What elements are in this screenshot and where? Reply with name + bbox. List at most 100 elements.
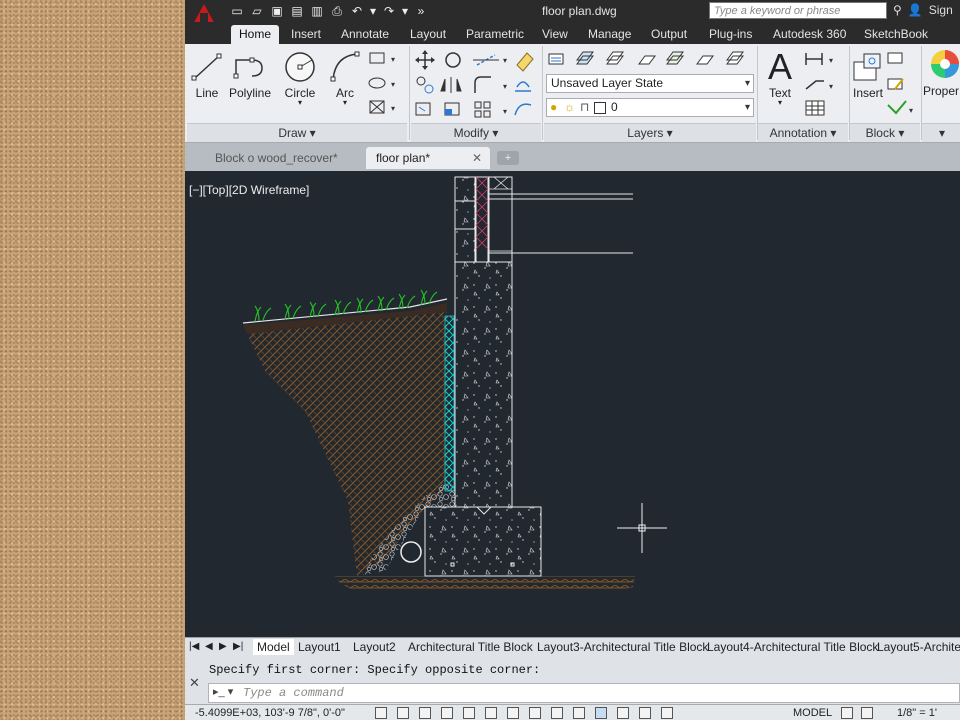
- tab-annotate[interactable]: Annotate: [341, 25, 389, 44]
- undo-dropdown-icon[interactable]: ▾: [369, 3, 377, 19]
- first-layout-icon[interactable]: |◀: [189, 639, 199, 655]
- tab-layout5[interactable]: Layout5-Architec: [877, 639, 960, 655]
- save-as-icon[interactable]: ▣: [269, 3, 285, 19]
- file-tab-block-o-wood[interactable]: Block o wood_recover*: [205, 147, 348, 169]
- layer-state-dropdown[interactable]: Unsaved Layer State: [546, 74, 754, 93]
- tab-layout1[interactable]: Layout1: [298, 639, 341, 655]
- otrack-icon[interactable]: [507, 707, 519, 719]
- prev-layout-icon[interactable]: ◀: [205, 639, 213, 655]
- rectangle-icon[interactable]: [369, 52, 385, 64]
- annotation-scale[interactable]: 1/8" = 1': [897, 707, 937, 719]
- tab-parametric[interactable]: Parametric: [466, 25, 524, 44]
- workspace-icon[interactable]: [661, 707, 673, 719]
- model-space-icon[interactable]: [375, 707, 387, 719]
- redo-dropdown-icon[interactable]: ▾: [401, 3, 409, 19]
- fillet-icon[interactable]: [474, 76, 491, 93]
- layer-walk-icon[interactable]: [726, 51, 744, 65]
- tab-architectural-title-block[interactable]: Architectural Title Block: [408, 639, 533, 655]
- tab-autodesk-360[interactable]: Autodesk 360: [773, 25, 846, 44]
- erase-icon[interactable]: [516, 52, 534, 72]
- quick-view-icon[interactable]: [841, 707, 853, 719]
- polyline-tool[interactable]: Polyline: [227, 50, 273, 100]
- annotation-panel-title[interactable]: Annotation ▾: [758, 123, 848, 142]
- tab-layout3[interactable]: Layout3-Architectural Title Block: [537, 639, 708, 655]
- tab-plugins[interactable]: Plug-ins: [709, 25, 752, 44]
- circle-dropdown-icon[interactable]: ▾: [281, 99, 319, 107]
- grid-icon[interactable]: [397, 707, 409, 719]
- leader-icon[interactable]: [805, 80, 824, 90]
- text-dropdown-icon[interactable]: ▾: [761, 99, 799, 107]
- save-icon[interactable]: ▤: [289, 3, 305, 19]
- current-layer-dropdown[interactable]: ● ☼ ⊓ 0: [546, 98, 754, 117]
- qat-expand-icon[interactable]: »: [413, 3, 429, 19]
- modify-panel-title[interactable]: Modify ▾: [411, 123, 541, 142]
- tab-output[interactable]: Output: [651, 25, 687, 44]
- tab-sketchbook[interactable]: SketchBook Design: [864, 25, 960, 60]
- annotation-monitor-icon[interactable]: [639, 707, 651, 719]
- create-block-icon[interactable]: [887, 52, 903, 64]
- close-tab-icon[interactable]: ✕: [472, 147, 482, 169]
- properties-tool[interactable]: Proper: [923, 48, 960, 98]
- layer-freeze-icon[interactable]: [696, 55, 714, 65]
- transparency-icon[interactable]: [595, 707, 607, 719]
- hatch-icon[interactable]: [369, 100, 385, 114]
- rotate-icon[interactable]: [445, 52, 461, 68]
- layer-isolate-icon[interactable]: [606, 51, 624, 65]
- edit-block-icon[interactable]: [887, 78, 904, 90]
- cloud-save-icon[interactable]: ▥: [309, 3, 325, 19]
- undo-icon[interactable]: ↶: [349, 3, 365, 19]
- ducs-icon[interactable]: [529, 707, 541, 719]
- drawing-viewport[interactable]: [−][Top][2D Wireframe]: [185, 171, 960, 637]
- new-tab-button[interactable]: +: [497, 151, 519, 165]
- file-tab-floor-plan[interactable]: floor plan* ✕: [366, 147, 490, 169]
- tab-view[interactable]: View: [542, 25, 568, 44]
- redo-icon[interactable]: ↷: [381, 3, 397, 19]
- arc-tool[interactable]: Arc ▾: [327, 50, 363, 107]
- tab-insert[interactable]: Insert: [291, 25, 321, 44]
- layer-unisolate-icon[interactable]: [666, 51, 684, 65]
- command-prompt-icon[interactable]: ▸_ ▾: [213, 685, 233, 698]
- text-tool[interactable]: A Text ▾: [761, 48, 799, 107]
- close-command-line-icon[interactable]: ✕: [189, 675, 200, 691]
- lineweight-icon[interactable]: [573, 707, 585, 719]
- print-icon[interactable]: ⎙: [329, 3, 345, 19]
- tab-manage[interactable]: Manage: [588, 25, 631, 44]
- osnap-icon[interactable]: [485, 707, 497, 719]
- search-input[interactable]: Type a keyword or phrase: [709, 2, 887, 19]
- tab-layout2[interactable]: Layout2: [353, 639, 396, 655]
- stretch-icon[interactable]: [415, 102, 431, 116]
- trim-icon[interactable]: [473, 54, 499, 66]
- block-panel-title[interactable]: Block ▾: [850, 123, 920, 142]
- insert-block-tool[interactable]: Insert: [847, 50, 889, 100]
- sign-in-link[interactable]: Sign: [929, 3, 953, 17]
- scale-icon[interactable]: [444, 102, 460, 116]
- move-icon[interactable]: [415, 50, 435, 70]
- next-layout-icon[interactable]: ▶: [219, 639, 227, 655]
- ellipse-icon[interactable]: [368, 77, 386, 89]
- draw-panel-title[interactable]: Draw ▾: [187, 123, 407, 142]
- tab-home[interactable]: Home: [231, 25, 280, 44]
- layers-panel-title[interactable]: Layers ▾: [544, 123, 756, 142]
- table-icon[interactable]: [805, 100, 825, 116]
- copy-icon[interactable]: [416, 76, 434, 94]
- tab-model[interactable]: Model: [253, 639, 294, 655]
- model-indicator[interactable]: MODEL: [793, 707, 832, 719]
- last-layout-icon[interactable]: ▶|: [233, 639, 243, 655]
- layer-states-icon[interactable]: [576, 51, 594, 65]
- pan-icon[interactable]: [861, 707, 873, 719]
- command-input[interactable]: ▸_ ▾ Type a command: [208, 683, 960, 703]
- mirror-icon[interactable]: [440, 77, 462, 93]
- dynamic-input-icon[interactable]: [551, 707, 563, 719]
- layer-properties-icon[interactable]: [548, 53, 564, 65]
- selection-cycling-icon[interactable]: [617, 707, 629, 719]
- line-tool[interactable]: Line: [189, 50, 225, 100]
- array-icon[interactable]: [474, 101, 491, 118]
- snap-icon[interactable]: [419, 707, 431, 719]
- ortho-icon[interactable]: [441, 707, 453, 719]
- tab-layout[interactable]: Layout: [410, 25, 446, 44]
- polar-icon[interactable]: [463, 707, 475, 719]
- offset-icon[interactable]: [514, 103, 532, 116]
- explode-icon[interactable]: [515, 81, 531, 92]
- arc-dropdown-icon[interactable]: ▾: [327, 99, 363, 107]
- binoculars-icon[interactable]: ⚲: [893, 3, 902, 17]
